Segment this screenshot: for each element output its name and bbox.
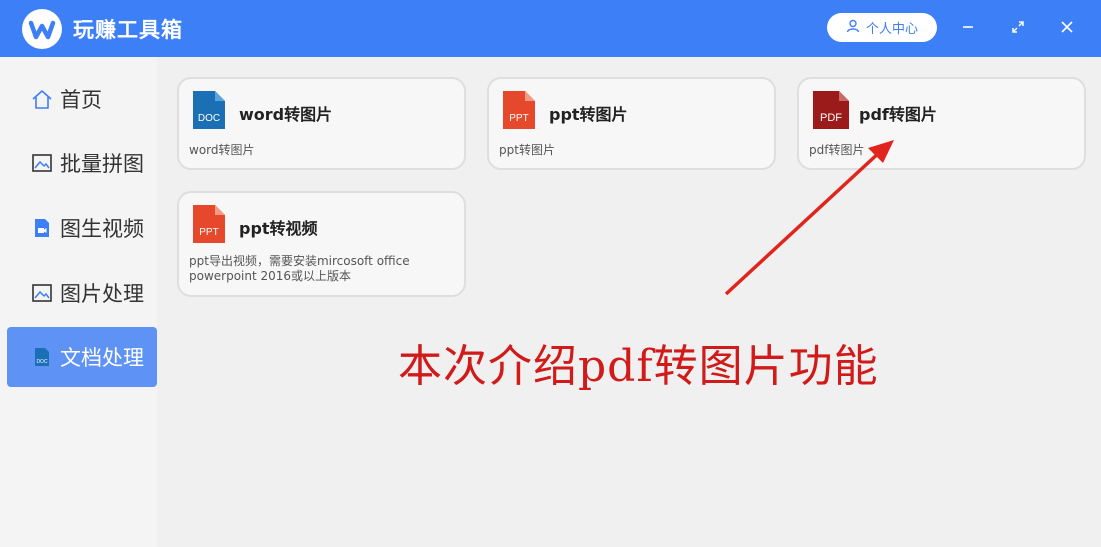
sidebar-item-home[interactable]: 首页 (7, 69, 157, 129)
card-title: ppt转视频 (239, 219, 318, 238)
sidebar-item-label: 图片处理 (60, 282, 144, 306)
pdf-file-icon: PDF (811, 89, 849, 131)
doc-icon: DOC (31, 346, 51, 368)
svg-text:PPT: PPT (199, 227, 218, 238)
card-title: pdf转图片 (859, 105, 937, 124)
image-icon (31, 282, 52, 304)
user-center-label: 个人中心 (865, 22, 918, 37)
home-icon (31, 88, 52, 110)
close-button[interactable] (1054, 14, 1080, 40)
card-ppt-to-video[interactable]: PPT ppt转视频 ppt导出视频，需要安装mircosoft office … (177, 191, 466, 297)
sidebar-item-label: 文档处理 (60, 346, 144, 370)
sidebar-item-label: 首页 (60, 88, 102, 112)
card-description: ppt导出视频，需要安装mircosoft office powerpoint … (189, 254, 410, 283)
card-description: pdf转图片 (809, 143, 865, 157)
title-bar: 玩赚工具箱 个人中心 (0, 0, 1101, 57)
user-center-button[interactable]: 个人中心 (827, 13, 937, 42)
ppt-file-icon: PPT (501, 89, 537, 131)
card-pdf-to-image[interactable]: PDF pdf转图片 pdf转图片 (797, 77, 1086, 170)
image-icon (31, 152, 52, 174)
sidebar: 首页 批量拼图 图生视频 图片处理 DOC 文档处理 (0, 57, 157, 547)
minimize-icon (963, 26, 973, 28)
video-doc-icon (31, 217, 51, 239)
card-title: word转图片 (239, 105, 333, 124)
sidebar-item-document-processing[interactable]: DOC 文档处理 (7, 327, 157, 387)
user-icon (846, 19, 860, 37)
sidebar-item-label: 图生视频 (60, 217, 144, 241)
sidebar-item-image-processing[interactable]: 图片处理 (7, 263, 157, 323)
card-word-to-image[interactable]: DOC word转图片 word转图片 (177, 77, 466, 170)
svg-text:DOC: DOC (198, 113, 220, 124)
svg-text:PDF: PDF (820, 112, 842, 124)
maximize-icon (1012, 21, 1024, 33)
card-title: ppt转图片 (549, 105, 628, 124)
annotation-text: 本次介绍pdf转图片功能 (398, 341, 879, 392)
close-icon (1061, 21, 1073, 33)
main-content: DOC word转图片 word转图片 PPT ppt转图片 ppt转图片 PD… (157, 57, 1101, 547)
card-ppt-to-image[interactable]: PPT ppt转图片 ppt转图片 (487, 77, 776, 170)
sidebar-item-image-to-video[interactable]: 图生视频 (7, 198, 157, 258)
ppt-file-icon: PPT (191, 203, 227, 245)
doc-file-icon: DOC (191, 89, 227, 131)
maximize-button[interactable] (1005, 14, 1031, 40)
svg-text:DOC: DOC (36, 359, 48, 365)
svg-text:PPT: PPT (509, 113, 528, 124)
sidebar-item-label: 批量拼图 (60, 152, 144, 176)
card-description: ppt转图片 (499, 143, 555, 157)
app-logo-icon (22, 9, 62, 49)
app-title: 玩赚工具箱 (73, 18, 183, 42)
sidebar-item-batch-collage[interactable]: 批量拼图 (7, 133, 157, 193)
minimize-button[interactable] (955, 14, 981, 40)
card-description: word转图片 (189, 143, 255, 157)
